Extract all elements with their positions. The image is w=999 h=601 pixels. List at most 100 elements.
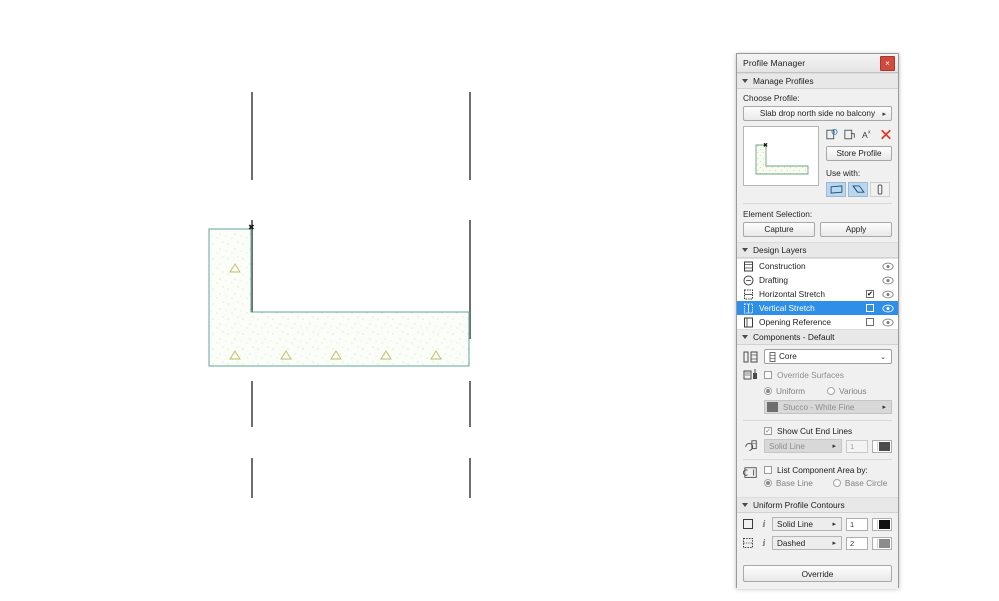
dialog-title: Profile Manager <box>743 58 806 68</box>
cut-end-line-type-select[interactable]: Solid Line ▸ <box>764 439 842 453</box>
preview-and-tools: ✖ A x Store Profile Use with: <box>743 126 892 197</box>
design-layer-checkbox[interactable]: ✔ <box>866 290 874 298</box>
override-surfaces-label: Override Surfaces <box>777 370 844 380</box>
design-layer-label: Construction <box>759 261 806 271</box>
surface-mode-radios: Uniform Various <box>764 386 892 396</box>
show-cut-end-lines-checkbox[interactable]: ✓ <box>764 427 772 435</box>
section-uniform-profile-contours[interactable]: Uniform Profile Contours <box>737 497 898 513</box>
eye-icon[interactable] <box>882 318 894 327</box>
collapse-triangle-icon[interactable] <box>742 335 748 339</box>
list-component-area-checkbox[interactable] <box>764 466 772 474</box>
design-layer-row[interactable]: Construction <box>737 259 898 273</box>
section-components[interactable]: Components - Default <box>737 329 898 345</box>
collapse-triangle-icon[interactable] <box>742 248 748 252</box>
chevron-right-icon: ▸ <box>832 443 836 450</box>
components-content: Core ⌄ Override Surfaces Uniform Various… <box>737 345 898 497</box>
base-line-label: Base Line <box>776 478 813 488</box>
list-component-area-block: List Component Area by: Base Line Base C… <box>743 465 892 492</box>
collapse-triangle-icon[interactable] <box>742 503 748 507</box>
beam-tool-icon[interactable] <box>848 182 868 197</box>
component-select-value: Core <box>779 352 797 361</box>
surface-picker[interactable]: Stucco - White Fine ▸ <box>764 400 892 414</box>
section-design-layers[interactable]: Design Layers <box>737 242 898 258</box>
outline-line-type-value: Solid Line <box>777 519 813 529</box>
outline-line-type-select[interactable]: Solid Line ▸ <box>772 517 842 531</box>
svg-text:✖: ✖ <box>763 142 768 149</box>
rename-profile-icon[interactable]: A x <box>862 128 874 141</box>
design-layer-row[interactable]: Opening Reference <box>737 315 898 329</box>
surface-paint-icon <box>743 369 757 380</box>
inner-pen-input[interactable]: 2 <box>846 536 868 550</box>
outline-pen-color[interactable] <box>872 517 892 531</box>
override-button[interactable]: Override <box>743 565 892 582</box>
override-surfaces-checkbox-line: Override Surfaces <box>764 370 844 380</box>
profile-manager-dialog[interactable]: Profile Manager × Manage Profiles Choose… <box>736 53 899 589</box>
base-circle-radio-item[interactable]: Base Circle <box>832 478 887 488</box>
inner-line-type-select[interactable]: Dashed ▸ <box>772 536 842 550</box>
design-layer-label: Drafting <box>759 275 789 285</box>
base-line-radio[interactable] <box>764 479 772 487</box>
surface-mode-group: Uniform Various Stucco - White Fine ▸ <box>743 386 892 414</box>
choose-profile-label: Choose Profile: <box>743 93 800 103</box>
various-radio[interactable] <box>827 387 836 395</box>
list-component-area-line: List Component Area by: <box>764 465 892 475</box>
chevron-right-icon: ▸ <box>832 521 836 528</box>
profile-tools: A x Store Profile Use with: <box>819 126 892 197</box>
design-layer-checkbox-placeholder <box>866 276 874 284</box>
dialog-title-bar[interactable]: Profile Manager × <box>737 54 898 73</box>
construction-layer-icon <box>744 261 753 271</box>
inner-pen-color[interactable] <box>872 536 892 550</box>
collapse-triangle-icon[interactable] <box>742 79 748 83</box>
eye-icon[interactable] <box>882 304 894 313</box>
new-profile-icon[interactable] <box>826 128 838 141</box>
base-circle-radio[interactable] <box>832 479 841 487</box>
base-line-radio-item[interactable]: Base Line <box>764 478 813 488</box>
profile-select[interactable]: Slab drop north side no balcony ▸ <box>743 106 892 121</box>
uniform-radio-item[interactable]: Uniform <box>764 386 805 396</box>
cut-end-pen-color[interactable] <box>872 439 892 453</box>
inner-line-type-value: Dashed <box>777 538 806 548</box>
element-selection-label: Element Selection: <box>743 209 813 219</box>
design-layer-checkbox[interactable] <box>866 304 874 312</box>
design-layer-row[interactable]: Vertical Stretch <box>737 301 898 315</box>
contour-outline-icon <box>743 518 753 529</box>
surface-picker-row: Stucco - White Fine ▸ <box>764 400 892 414</box>
preview-shape: ✖ <box>755 142 809 175</box>
profile-outline[interactable] <box>208 228 470 367</box>
capture-button[interactable]: Capture <box>743 222 815 237</box>
duplicate-profile-icon[interactable] <box>844 128 856 141</box>
section-title-components: Components - Default <box>753 332 835 342</box>
drawing-canvas[interactable]: ✖ <box>0 0 735 601</box>
apply-button[interactable]: Apply <box>820 222 892 237</box>
chevron-right-icon: ▸ <box>832 540 836 547</box>
section-manage-profiles[interactable]: Manage Profiles <box>737 73 898 89</box>
design-layer-row[interactable]: Drafting <box>737 273 898 287</box>
outline-pen-input[interactable]: 1 <box>846 517 868 531</box>
show-cut-end-lines-line: ✓ Show Cut End Lines <box>764 426 892 436</box>
contour-row-outline: ⅈ Solid Line ▸ 1 <box>743 517 892 531</box>
uniform-radio[interactable] <box>764 387 772 395</box>
various-radio-item[interactable]: Various <box>827 386 867 396</box>
divider <box>743 203 892 204</box>
profile-shape[interactable] <box>0 0 735 601</box>
column-tool-icon[interactable] <box>870 182 890 197</box>
override-surfaces-checkbox[interactable] <box>764 371 772 379</box>
chevron-right-icon: ▸ <box>882 404 886 411</box>
divider <box>743 420 892 421</box>
close-icon[interactable]: × <box>880 56 895 71</box>
dialog-body: Manage Profiles Choose Profile: Slab dro… <box>737 73 898 589</box>
eye-icon[interactable] <box>882 262 894 271</box>
eye-icon[interactable] <box>882 276 894 285</box>
design-layer-checkbox[interactable] <box>866 318 874 326</box>
component-select-row: Core ⌄ <box>743 349 892 364</box>
profile-preview[interactable]: ✖ <box>743 126 819 186</box>
cut-end-pen-input[interactable]: 1 <box>846 439 868 453</box>
component-select[interactable]: Core ⌄ <box>764 349 892 364</box>
store-profile-button[interactable]: Store Profile <box>826 146 892 161</box>
delete-profile-icon[interactable] <box>880 128 892 141</box>
design-layer-checkbox-placeholder <box>866 262 874 270</box>
design-layer-row[interactable]: Horizontal Stretch ✔ <box>737 287 898 301</box>
origin-marker: ✖ <box>248 223 255 232</box>
wall-tool-icon[interactable] <box>826 182 846 197</box>
eye-icon[interactable] <box>882 290 894 299</box>
